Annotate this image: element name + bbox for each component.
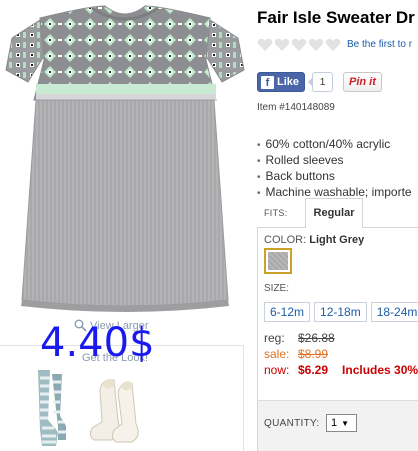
- item-number: Item #140148089: [257, 102, 335, 113]
- white-booties-thumbnail[interactable]: [88, 370, 146, 451]
- feature-item: Rolled sleeves: [257, 153, 412, 169]
- now-price-row: now: $6.29 Includes 30%: [264, 362, 418, 378]
- rating-hearts[interactable]: [257, 38, 341, 52]
- facebook-like-button[interactable]: f Like: [257, 72, 306, 92]
- heart-icon: [257, 38, 273, 51]
- feature-list: 60% cotton/40% acrylic Rolled sleeves Ba…: [257, 137, 412, 201]
- fits-label: FITS:: [264, 208, 288, 218]
- color-label: COLOR:: [264, 234, 307, 246]
- heart-icon: [325, 38, 341, 51]
- pinterest-pin-button[interactable]: Pin it: [343, 72, 382, 92]
- size-option-6-12m[interactable]: 6-12m: [264, 302, 311, 322]
- heart-icon: [291, 38, 307, 51]
- now-price-label: now:: [264, 363, 290, 377]
- facebook-like-count: 1: [308, 72, 333, 92]
- price-block: reg: $26.88 sale: $8.99 now: $6.29 Inclu…: [264, 330, 418, 378]
- size-option-12-18m[interactable]: 12-18m: [314, 302, 367, 322]
- heart-icon: [274, 38, 290, 51]
- size-options: 6-12m 12-18m 18-24m: [264, 302, 418, 322]
- facebook-icon: f: [261, 75, 274, 89]
- feature-item: 60% cotton/40% acrylic: [257, 137, 412, 153]
- heart-icon: [308, 38, 324, 51]
- now-price: $6.29: [298, 363, 329, 377]
- price-overlay: 4.40$: [40, 320, 155, 366]
- color-value: Light Grey: [309, 234, 365, 246]
- pinterest-label: Pin it: [349, 76, 376, 88]
- discount-note: Includes 30%: [342, 363, 418, 377]
- facebook-like-label: Like: [277, 76, 300, 88]
- quantity-value: 1: [331, 417, 338, 429]
- size-label: SIZE:: [264, 283, 290, 294]
- dress-image: [5, 5, 245, 312]
- size-option-18-24m[interactable]: 18-24m: [370, 302, 418, 322]
- color-selection: COLOR: Light Grey: [264, 234, 364, 246]
- swatch-fill: [268, 252, 288, 270]
- dropdown-arrow-icon: ▼: [341, 418, 350, 428]
- regular-price-row: reg: $26.88: [264, 330, 418, 346]
- product-image[interactable]: [0, 0, 250, 325]
- regular-price: $26.88: [298, 331, 335, 345]
- sale-price-label: sale:: [264, 347, 290, 361]
- quantity-label: QUANTITY:: [264, 418, 320, 429]
- quantity-select[interactable]: 1 ▼: [326, 414, 357, 432]
- feature-item: Back buttons: [257, 169, 412, 185]
- sale-price: $8.99: [298, 347, 329, 361]
- regular-price-label: reg:: [264, 331, 285, 345]
- sale-price-row: sale: $8.99: [264, 346, 418, 362]
- striped-tights-thumbnail[interactable]: [28, 370, 68, 451]
- product-title: Fair Isle Sweater Dr: [257, 8, 415, 27]
- write-review-link[interactable]: Be the first to r: [347, 39, 412, 50]
- tab-regular[interactable]: Regular: [305, 198, 363, 228]
- color-swatch-light-grey[interactable]: [264, 248, 292, 274]
